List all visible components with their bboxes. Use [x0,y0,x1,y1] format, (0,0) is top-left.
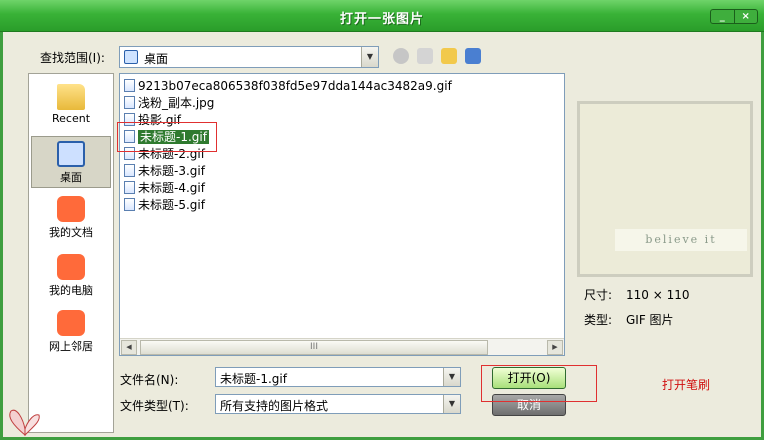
filetype-select[interactable]: 所有支持的图片格式 ▼ [215,394,461,414]
gif-file-icon [124,198,135,211]
jpg-file-icon [124,96,135,109]
chevron-down-icon[interactable]: ▼ [443,368,460,386]
file-item[interactable]: 未标题-4.gif [124,180,205,197]
chevron-down-icon[interactable]: ▼ [361,47,378,67]
window-controls: _ × [710,9,758,24]
place-recent[interactable]: Recent [31,84,111,136]
filetype-value: 所有支持的图片格式 [220,399,329,413]
place-desktop[interactable]: 桌面 [31,136,111,188]
file-item[interactable]: 浅粉_副本.jpg [124,95,214,112]
filename-input[interactable]: 未标题-1.gif ▼ [215,367,461,387]
place-my-computer[interactable]: 我的电脑 [31,254,111,306]
new-folder-icon[interactable] [441,48,457,64]
look-in-select[interactable]: 桌面 ▼ [119,46,379,68]
filetype-label: 文件类型(T): [120,399,189,413]
file-item[interactable]: 未标题-5.gif [124,197,205,214]
up-folder-icon[interactable] [417,48,433,64]
image-preview: believe it [577,101,753,277]
size-value: 110 × 110 [626,288,690,302]
scroll-left-icon[interactable]: ◀ [121,340,137,355]
file-item[interactable]: 未标题-3.gif [124,163,205,180]
desktop-icon [57,141,85,167]
file-list[interactable]: 9213b07eca806538f038fd5e97dda144ac3482a9… [119,73,565,356]
scrollbar-thumb[interactable]: III [140,340,488,355]
my-computer-icon [57,254,85,280]
desktop-icon [124,50,138,64]
annotation-text: 打开笔刷 [662,378,711,392]
dialog-title: 打开一张图片 [339,12,424,27]
place-label: 网上邻居 [49,340,93,353]
place-label: 桌面 [60,171,82,184]
place-label: 我的电脑 [49,284,93,297]
horizontal-scrollbar[interactable]: ◀ III ▶ [120,338,564,355]
type-info: 类型: GIF 图片 [584,311,674,328]
gif-file-icon [124,164,135,177]
place-label: 我的文档 [49,226,93,239]
place-network[interactable]: 网上邻居 [31,310,111,362]
minimize-button[interactable]: _ [711,10,734,23]
navigation-toolbar [393,48,481,64]
network-icon [57,310,85,336]
preview-image: believe it [580,104,750,274]
place-my-documents[interactable]: 我的文档 [31,196,111,248]
filename-value: 未标题-1.gif [220,372,287,386]
look-in-label: 查找范围(I): [40,51,105,65]
butterfly-logo-icon [9,409,40,437]
place-label: Recent [51,112,91,125]
close-button[interactable]: × [733,10,758,23]
type-label: 类型: [584,313,613,327]
back-icon[interactable] [393,48,409,64]
preview-text: believe it [615,229,747,251]
chevron-down-icon[interactable]: ▼ [443,395,460,413]
places-bar: Recent 桌面 我的文档 我的电脑 网上邻居 [28,73,114,433]
gif-file-icon [124,181,135,194]
selection-annotation-box [117,122,217,152]
look-in-value: 桌面 [144,52,169,66]
my-documents-icon [57,196,85,222]
title-bar: 打开一张图片 _ × [0,0,764,32]
file-item[interactable]: 9213b07eca806538f038fd5e97dda144ac3482a9… [124,78,452,95]
filename-label: 文件名(N): [120,373,179,387]
size-info: 尺寸: 110 × 110 [584,286,690,303]
folder-icon [57,84,85,110]
gif-file-icon [124,79,135,92]
size-label: 尺寸: [584,288,613,302]
scroll-right-icon[interactable]: ▶ [547,340,563,355]
type-value: GIF 图片 [626,313,674,327]
view-menu-icon[interactable] [465,48,481,64]
open-button-annotation-box [481,365,597,402]
open-image-dialog: 打开一张图片 _ × 查找范围(I): 桌面 ▼ Recent 桌面 我的文档 [0,0,764,440]
